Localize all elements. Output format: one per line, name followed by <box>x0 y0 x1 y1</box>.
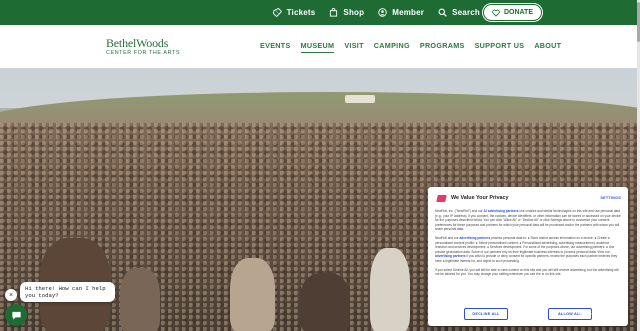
search-label: Search <box>452 8 480 17</box>
utility-links: Tickets Shop Member Search <box>272 8 480 17</box>
member-label: Member <box>392 8 425 17</box>
donate-button[interactable]: DONATE <box>482 4 542 21</box>
watermark-label: ScanMalware <box>588 311 624 317</box>
privacy-brand-icon <box>436 194 447 202</box>
privacy-header: We Value Your Privacy SETTINGS <box>435 193 621 203</box>
decline-all-button[interactable]: DECLINE ALL <box>464 308 508 320</box>
main-nav: EVENTS MUSEUM VISIT CAMPING PROGRAMS SUP… <box>260 41 561 53</box>
privacy-paragraph-1: NewRoll, Inc. ("NewRoll") and our 22 adv… <box>435 209 621 232</box>
heart-icon <box>492 9 500 17</box>
tickets-label: Tickets <box>286 8 316 17</box>
logo-tagline: CENTER FOR THE ARTS <box>106 50 181 56</box>
nav-item-about[interactable]: ABOUT <box>534 41 561 53</box>
advertising-partners-link[interactable]: advertising partners <box>459 236 490 240</box>
donate-label: DONATE <box>503 9 533 16</box>
nav-item-visit[interactable]: VISIT <box>344 41 363 53</box>
shop-label: Shop <box>343 8 365 17</box>
privacy-paragraph-3: If you select Decline All, you will stil… <box>435 267 619 277</box>
advertising-partners-link[interactable]: 22 advertising partners <box>484 209 519 213</box>
hero-foreground-figure <box>370 248 410 331</box>
hero-stage-tent <box>345 95 375 103</box>
scanmalware-watermark: ScanMalware <box>580 311 623 317</box>
privacy-settings-link[interactable]: SETTINGS <box>600 196 621 200</box>
chat-close-button[interactable]: × <box>5 289 17 301</box>
privacy-text: NewRoll, Inc. ("NewRoll") and our <box>435 209 484 213</box>
member-icon <box>378 8 387 17</box>
hero-foreground-figure <box>230 258 275 331</box>
shop-link[interactable]: Shop <box>329 8 364 17</box>
watermark-icon <box>580 311 586 317</box>
chat-icon <box>11 311 21 320</box>
nav-item-museum[interactable]: MUSEUM <box>300 41 335 53</box>
chat-greeting-bubble[interactable]: Hi there! How can I help you today? <box>20 282 115 302</box>
search-icon <box>438 8 447 17</box>
nav-item-support-us[interactable]: SUPPORT US <box>475 41 525 53</box>
advertising-partners-link[interactable]: advertising partners <box>435 254 466 258</box>
member-link[interactable]: Member <box>378 8 424 17</box>
close-icon: × <box>8 291 14 299</box>
shopping-bag-icon <box>330 8 338 17</box>
site-logo[interactable]: BethelWoods CENTER FOR THE ARTS <box>106 37 180 56</box>
privacy-consent-dialog: We Value Your Privacy SETTINGS NewRoll, … <box>428 187 628 326</box>
nav-item-events[interactable]: EVENTS <box>260 41 291 53</box>
chat-launcher-button[interactable] <box>5 304 27 326</box>
privacy-paragraph-2: NewRoll and our advertising partners pro… <box>435 236 621 264</box>
privacy-text: NewRoll and our <box>435 235 460 240</box>
main-header: BethelWoods CENTER FOR THE ARTS EVENTS M… <box>0 25 640 68</box>
privacy-title: We Value Your Privacy <box>451 195 509 201</box>
nav-item-programs[interactable]: PROGRAMS <box>420 41 465 53</box>
hero-foreground-figure <box>300 273 350 331</box>
logo-wordmark: BethelWoods <box>106 36 169 50</box>
search-link[interactable]: Search <box>438 8 480 17</box>
ticket-icon <box>272 8 282 17</box>
hero-foreground-figure <box>120 268 160 331</box>
utility-bar: Tickets Shop Member Search DONATE <box>0 0 640 25</box>
nav-item-camping[interactable]: CAMPING <box>374 41 410 53</box>
tickets-link[interactable]: Tickets <box>272 8 316 17</box>
